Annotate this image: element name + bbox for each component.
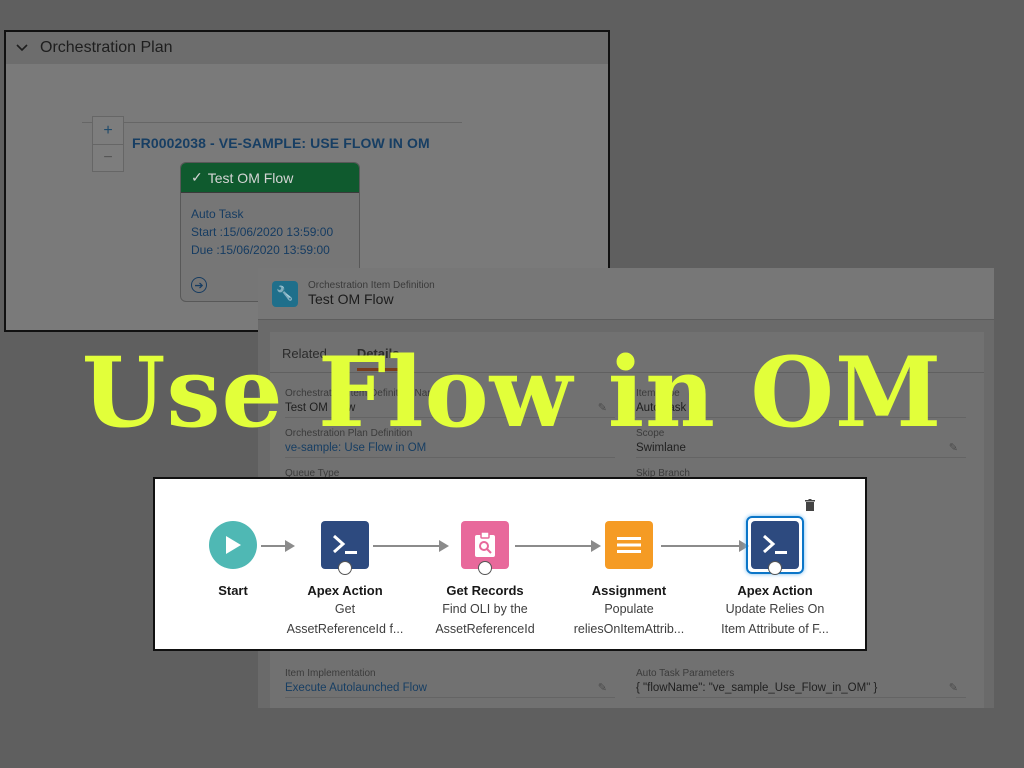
flow-node-label: Get Records: [446, 583, 524, 598]
flow-canvas: Start Apex Action Get AssetReferenceId f…: [153, 477, 867, 651]
flow-node-apex-action[interactable]: Apex Action Get AssetReferenceId f...: [275, 521, 415, 638]
flow-node-label: Apex Action: [307, 583, 383, 598]
pencil-icon[interactable]: ✎: [949, 681, 958, 694]
flow-node-description: Populate: [604, 602, 654, 616]
flow-node-description: AssetReferenceId: [435, 622, 535, 636]
flow-node-get-records[interactable]: Get Records Find OLI by the AssetReferen…: [415, 521, 555, 638]
check-icon: ✓: [191, 169, 203, 185]
arrow-right-circle-icon[interactable]: ➔: [191, 277, 207, 293]
node-connector-handle[interactable]: [478, 561, 492, 575]
plan-header[interactable]: Orchestration Plan: [6, 32, 608, 64]
flow-node-description: Update Relies On: [725, 602, 825, 616]
pencil-icon[interactable]: ✎: [598, 681, 607, 694]
play-icon[interactable]: [209, 521, 257, 569]
item-definition-subtitle: Orchestration Item Definition: [308, 280, 435, 291]
plan-item-start: Start :15/06/2020 13:59:00: [191, 225, 334, 239]
plan-item-due: Due :15/06/2020 13:59:00: [191, 243, 330, 257]
flow-node-label: Assignment: [591, 583, 667, 598]
zoom-in-button[interactable]: +: [93, 117, 123, 144]
overlay-title: Use Flow in OM: [81, 336, 943, 449]
zoom-controls: + −: [92, 116, 124, 172]
zoom-out-button[interactable]: −: [93, 144, 123, 171]
flow-node-assignment[interactable]: Assignment Populate reliesOnItemAttrib..…: [559, 521, 699, 638]
terminal-icon[interactable]: [321, 521, 369, 575]
plan-item-name: Test OM Flow: [207, 169, 294, 186]
clipboard-search-icon[interactable]: [461, 521, 509, 575]
plan-header-title: Orchestration Plan: [40, 39, 173, 56]
field-item-implementation: Item Implementation Execute Autolaunched…: [285, 668, 615, 698]
equals-icon[interactable]: [605, 521, 653, 569]
terminal-icon[interactable]: [751, 521, 799, 575]
trash-icon[interactable]: [805, 499, 815, 511]
wrench-icon: 🔧: [272, 280, 298, 307]
item-definition-name: Test OM Flow: [308, 291, 394, 307]
flow-node-description: Item Attribute of F...: [721, 622, 829, 636]
field-label: Item Implementation: [285, 668, 376, 679]
plan-title-link[interactable]: FR0002038 - VE-SAMPLE: USE FLOW IN OM: [132, 135, 430, 151]
flow-node-description: Get: [334, 602, 356, 616]
node-connector-handle[interactable]: [338, 561, 352, 575]
flow-node-apex-action-selected[interactable]: Apex Action Update Relies On Item Attrib…: [705, 516, 845, 638]
flow-node-description: reliesOnItemAttrib...: [573, 622, 685, 636]
flow-node-label: Apex Action: [737, 583, 813, 598]
flow-node-description: Find OLI by the: [442, 602, 528, 616]
plan-item-details: Auto Task Start :15/06/2020 13:59:00 Due…: [181, 193, 359, 259]
item-definition-header: 🔧 Orchestration Item Definition Test OM …: [258, 268, 994, 320]
plan-item-type: Auto Task: [191, 207, 244, 221]
field-label: Auto Task Parameters: [636, 668, 735, 679]
node-connector-handle[interactable]: [768, 561, 782, 575]
field-value-link[interactable]: Execute Autolaunched Flow: [285, 682, 615, 698]
field-value: { "flowName": "ve_sample_Use_Flow_in_OM"…: [636, 682, 966, 698]
selection-highlight: [746, 516, 804, 575]
chevron-down-icon[interactable]: [16, 42, 28, 54]
field-auto-task-parameters: Auto Task Parameters { "flowName": "ve_s…: [636, 668, 966, 698]
flow-node-description: AssetReferenceId f...: [286, 622, 404, 636]
plan-item-card-header: ✓ Test OM Flow: [181, 163, 359, 193]
